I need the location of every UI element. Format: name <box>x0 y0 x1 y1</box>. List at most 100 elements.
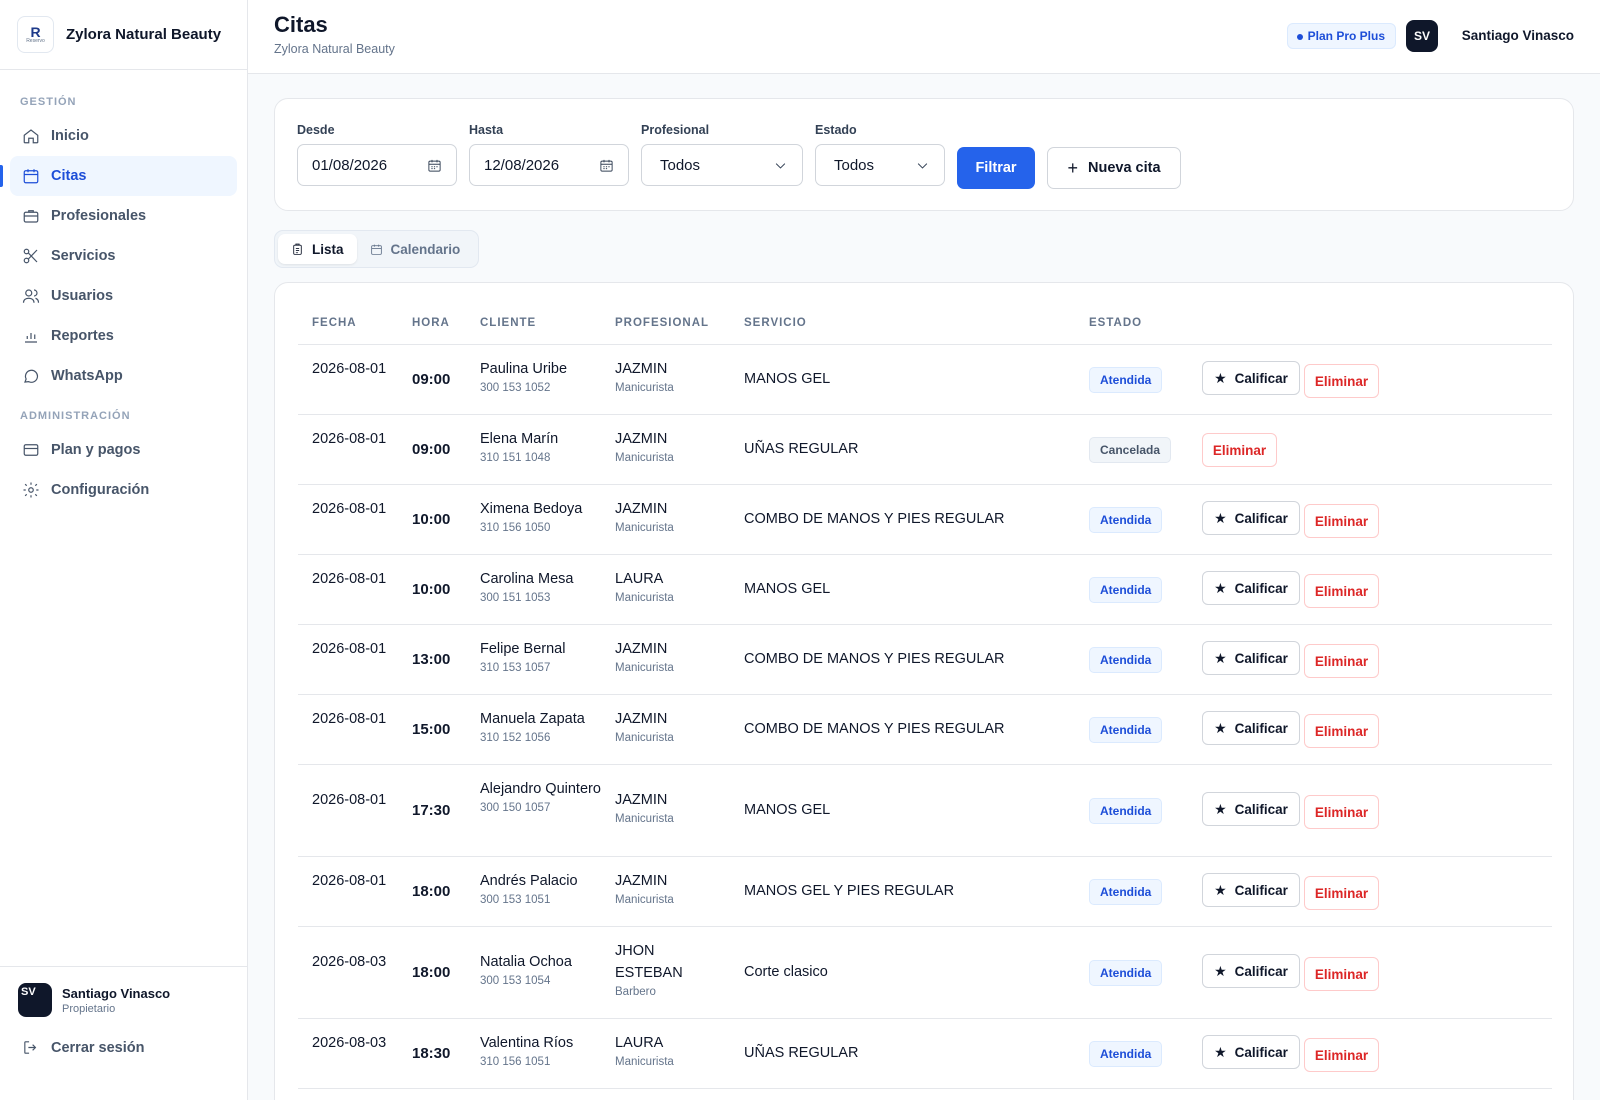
brand-logo-sub: Reservo <box>26 37 45 44</box>
filter-hasta: Hasta 12/08/2026 <box>469 123 629 186</box>
cell-fecha: 2026-08-01 <box>312 711 387 727</box>
client-phone: 300 151 1053 <box>480 592 551 604</box>
logout-button[interactable]: Cerrar sesión <box>0 1039 247 1056</box>
table-row: 2026-08-03 18:00 Natalia Ochoa 300 153 1054… <box>298 927 1552 1019</box>
professional-name: LAURA <box>615 1035 664 1051</box>
table-header: FECHA HORA CLIENTE PROFESIONAL SERVICIO … <box>298 283 1552 345</box>
hasta-date-input[interactable]: 12/08/2026 <box>469 144 629 186</box>
page-title: Citas <box>274 12 328 37</box>
profesional-value: Todos <box>660 156 701 174</box>
client-name: Felipe Bernal <box>480 641 566 657</box>
col-cliente: CLIENTE <box>480 317 537 329</box>
delete-button[interactable]: Eliminar <box>1304 876 1379 910</box>
header-avatar[interactable]: SV <box>1406 20 1438 52</box>
client-name: Natalia Ochoa <box>480 954 572 970</box>
professional-name: JAZMIN <box>615 711 668 727</box>
cell-servicio: UÑAS REGULAR <box>744 1045 859 1061</box>
professional-name: JAZMIN <box>615 361 668 377</box>
status-badge: Atendida <box>1089 960 1163 986</box>
cell-cliente: Valentina Ríos 310 156 1051 <box>480 1032 602 1068</box>
cell-hora: 15:00 <box>412 721 451 738</box>
filter-button[interactable]: Filtrar <box>957 147 1035 189</box>
section-administracion: ADMINISTRACIÓN <box>20 410 131 422</box>
client-name: Manuela Zapata <box>480 711 585 727</box>
cell-cliente: Elena Marín 310 151 1048 <box>480 428 602 464</box>
tab-lista[interactable]: Lista <box>278 234 357 264</box>
sidebar-item-citas[interactable]: Citas <box>0 156 237 196</box>
page-subtitle: Zylora Natural Beauty <box>274 42 395 56</box>
delete-button[interactable]: Eliminar <box>1304 795 1379 829</box>
client-name: Elena Marín <box>480 431 559 447</box>
client-phone: 310 152 1056 <box>480 732 551 744</box>
client-name: Alejandro Quintero <box>480 781 601 797</box>
cell-fecha: 2026-08-01 <box>312 361 387 377</box>
calendar-icon[interactable] <box>599 158 614 173</box>
tab-calendario-label: Calendario <box>390 241 461 257</box>
professional-name: LAURA <box>615 571 664 587</box>
sidebar-item-configuracion[interactable]: Configuración <box>10 470 237 510</box>
rate-button[interactable]: ★ Calificar <box>1202 1035 1300 1069</box>
cell-profesional: LAURA Manicurista <box>615 1032 725 1068</box>
status-badge: Atendida <box>1089 507 1163 533</box>
sidebar-item-label: Citas <box>51 168 87 184</box>
sidebar-item-usuarios[interactable]: Usuarios <box>10 276 237 316</box>
sidebar-item-inicio[interactable]: Inicio <box>10 116 237 156</box>
delete-button[interactable]: Eliminar <box>1304 574 1379 608</box>
client-name: Valentina Ríos <box>480 1035 574 1051</box>
desde-date-input[interactable]: 01/08/2026 <box>297 144 457 186</box>
cell-profesional: JHON ESTEBAN Barbero <box>615 940 725 998</box>
sidebar-item-plan-pagos[interactable]: Plan y pagos <box>10 430 237 470</box>
cell-hora: 18:30 <box>412 1045 451 1062</box>
delete-button[interactable]: Eliminar <box>1304 1038 1379 1072</box>
rate-button[interactable]: ★ Calificar <box>1202 501 1300 535</box>
professional-role: Manicurista <box>615 382 674 394</box>
rate-label: Calificar <box>1234 963 1288 979</box>
sidebar-item-whatsapp[interactable]: WhatsApp <box>10 356 237 396</box>
chevron-down-icon <box>775 162 786 169</box>
professional-name: JAZMIN <box>615 501 668 517</box>
professional-name: JAZMIN <box>615 431 668 447</box>
sidebar-item-servicios[interactable]: Servicios <box>10 236 237 276</box>
rate-button[interactable]: ★ Calificar <box>1202 361 1300 395</box>
rate-label: Calificar <box>1234 720 1288 736</box>
rate-button[interactable]: ★ Calificar <box>1202 954 1300 988</box>
estado-select[interactable]: Todos <box>815 144 945 186</box>
client-name: Ximena Bedoya <box>480 501 583 517</box>
profesional-select[interactable]: Todos <box>641 144 803 186</box>
sidebar-item-label: Configuración <box>51 482 150 498</box>
rate-button[interactable]: ★ Calificar <box>1202 711 1300 745</box>
cell-servicio: UÑAS REGULAR <box>744 441 859 457</box>
estado-value: Todos <box>834 156 875 174</box>
header-user-name[interactable]: Santiago Vinasco <box>1462 28 1574 43</box>
cell-cliente: Felipe Bernal 310 153 1057 <box>480 638 602 674</box>
sidebar-item-profesionales[interactable]: Profesionales <box>10 196 237 236</box>
sidebar-item-label: Reportes <box>51 328 114 344</box>
sidebar-item-reportes[interactable]: Reportes <box>10 316 237 356</box>
delete-button[interactable]: Eliminar <box>1202 433 1277 467</box>
calendar-icon[interactable] <box>427 158 442 173</box>
delete-button[interactable]: Eliminar <box>1304 714 1379 748</box>
rate-button[interactable]: ★ Calificar <box>1202 792 1300 826</box>
col-profesional: PROFESIONAL <box>615 317 710 329</box>
delete-button[interactable]: Eliminar <box>1304 504 1379 538</box>
rate-button[interactable]: ★ Calificar <box>1202 873 1300 907</box>
delete-button[interactable]: Eliminar <box>1304 644 1379 678</box>
rate-button[interactable]: ★ Calificar <box>1202 641 1300 675</box>
user-name: Santiago Vinasco <box>62 985 171 1001</box>
brand-logo[interactable]: R Reservo <box>17 16 54 53</box>
cell-profesional: JAZMIN Manicurista <box>615 870 725 906</box>
tab-calendario[interactable]: Calendario <box>357 234 474 264</box>
cell-fecha: 2026-08-01 <box>312 873 387 889</box>
professional-name: JAZMIN <box>615 641 668 657</box>
delete-button[interactable]: Eliminar <box>1304 364 1379 398</box>
new-appointment-button[interactable]: + Nueva cita <box>1047 147 1181 189</box>
brand-logo-letter: R <box>30 23 41 40</box>
cell-fecha: 2026-08-01 <box>312 641 387 657</box>
rate-button[interactable]: ★ Calificar <box>1202 571 1300 605</box>
brand: R Reservo Zylora Natural Beauty <box>0 0 247 70</box>
delete-button[interactable]: Eliminar <box>1304 957 1379 991</box>
cell-hora: 18:00 <box>412 883 451 900</box>
cell-hora: 09:00 <box>412 441 451 458</box>
rate-label: Calificar <box>1234 370 1288 386</box>
status-badge: Atendida <box>1089 879 1163 905</box>
